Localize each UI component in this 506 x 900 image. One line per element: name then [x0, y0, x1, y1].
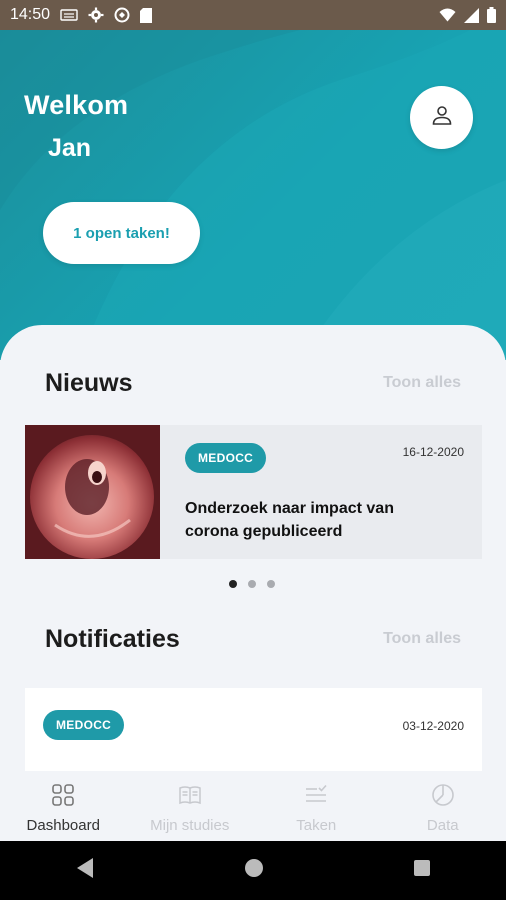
- dashboard-content: Nieuws Toon alles MEDOCC 16-12-2020 Onde…: [0, 325, 506, 771]
- header-background-wave: [0, 30, 506, 360]
- notifications-section-title: Notificaties: [45, 625, 180, 653]
- nav-item-my-studies[interactable]: Mijn studies: [127, 771, 254, 841]
- carousel-dot[interactable]: [267, 580, 275, 588]
- news-card[interactable]: MEDOCC 16-12-2020 Onderzoek naar impact …: [25, 425, 482, 559]
- news-show-all-link[interactable]: Toon alles: [383, 374, 461, 392]
- checklist-icon: [304, 783, 328, 812]
- news-title: Onderzoek naar impact van corona gepubli…: [185, 500, 394, 540]
- carousel-dot-active[interactable]: [229, 580, 237, 588]
- recents-icon[interactable]: [413, 859, 431, 882]
- status-time: 14:50: [10, 6, 51, 23]
- open-tasks-button[interactable]: 1 open taken!: [43, 202, 200, 264]
- nav-label-my-studies: Mijn studies: [150, 817, 230, 834]
- nav-item-data[interactable]: Data: [380, 771, 506, 841]
- user-icon: [430, 103, 454, 132]
- book-icon: [178, 783, 202, 812]
- news-category-badge: MEDOCC: [185, 443, 267, 473]
- pie-chart-icon: [431, 783, 455, 812]
- signal-icon: [464, 7, 479, 23]
- carousel-dot[interactable]: [248, 580, 256, 588]
- welcome-heading: Welkom: [24, 90, 129, 120]
- bottom-navigation: Dashboard Mijn studies Taken Data: [0, 771, 506, 841]
- user-name: Jan: [48, 134, 92, 162]
- news-carousel-indicator: [229, 580, 275, 588]
- news-image: [25, 425, 160, 559]
- system-navigation-bar: [0, 841, 506, 900]
- notification-date: 03-12-2020: [402, 719, 464, 733]
- grid-icon: [51, 783, 75, 812]
- notifications-show-all-link[interactable]: Toon alles: [383, 630, 461, 648]
- profile-button[interactable]: [410, 86, 473, 149]
- nav-label-data: Data: [426, 817, 459, 834]
- gear-icon: [88, 7, 104, 23]
- news-card-body: MEDOCC 16-12-2020 Onderzoek naar impact …: [160, 425, 482, 559]
- wifi-icon: [439, 8, 456, 22]
- back-icon[interactable]: [75, 857, 95, 884]
- notification-card[interactable]: MEDOCC 03-12-2020: [25, 688, 482, 771]
- dashboard-header: Welkom Jan 1 open taken!: [0, 30, 506, 360]
- sd-card-icon: [140, 7, 153, 23]
- battery-icon: [487, 7, 496, 23]
- keyboard-icon: [60, 8, 78, 22]
- nav-label-tasks: Taken: [296, 817, 337, 834]
- sync-icon: [114, 7, 130, 23]
- news-section-title: Nieuws: [45, 369, 133, 397]
- status-bar: 14:50: [0, 0, 506, 30]
- nav-item-tasks[interactable]: Taken: [253, 771, 380, 841]
- news-date: 16-12-2020: [402, 445, 464, 459]
- home-icon[interactable]: [244, 858, 264, 883]
- notification-category-badge: MEDOCC: [43, 710, 125, 740]
- nav-label-dashboard: Dashboard: [26, 817, 100, 834]
- nav-item-dashboard[interactable]: Dashboard: [0, 771, 127, 841]
